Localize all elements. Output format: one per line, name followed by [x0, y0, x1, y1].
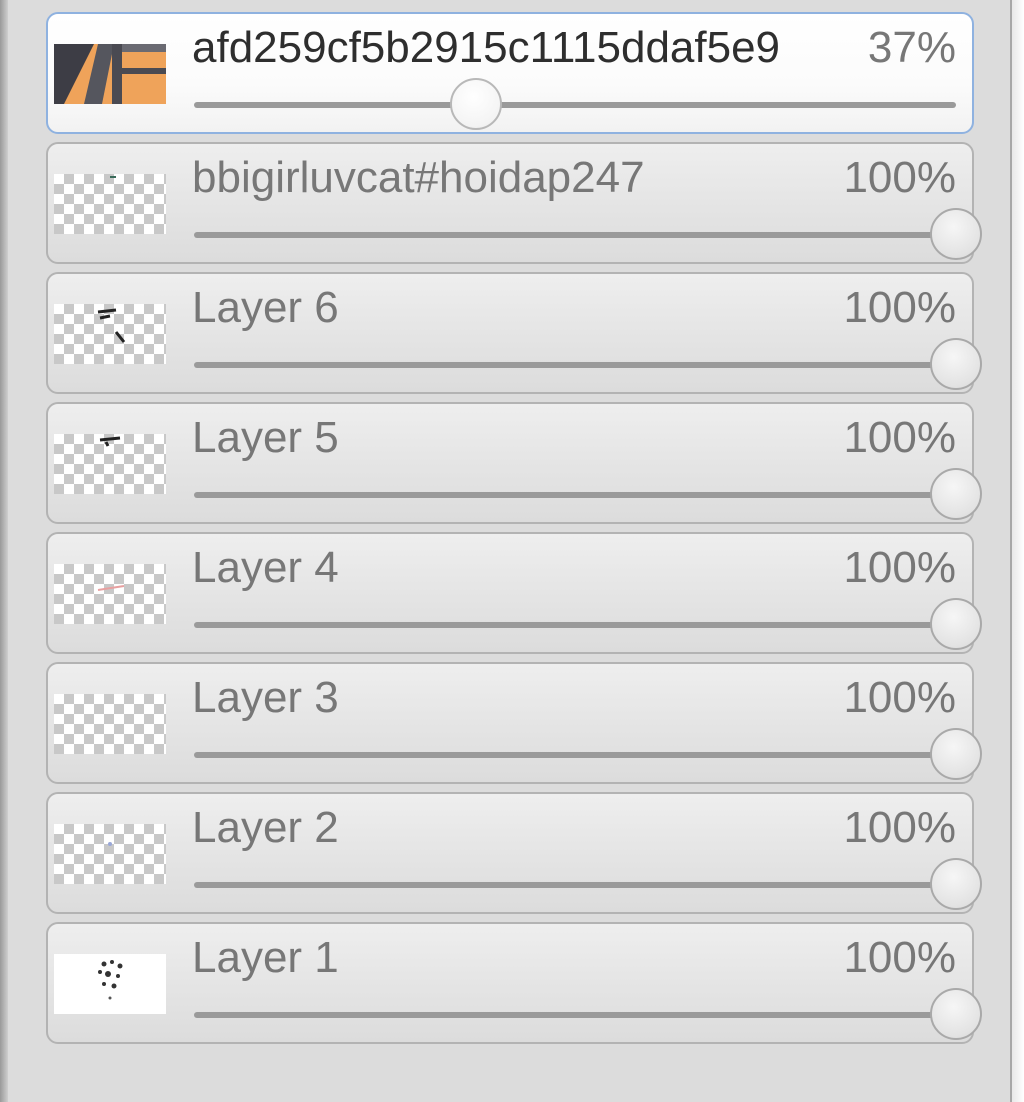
layer-thumbnail: [54, 824, 166, 884]
opacity-slider-track[interactable]: [194, 232, 956, 238]
sketch-strokes-icon: [97, 308, 126, 343]
opacity-slider-track[interactable]: [194, 882, 956, 888]
opacity-slider-track[interactable]: [194, 102, 956, 108]
layer-row[interactable]: Layer 2 100%: [46, 792, 982, 914]
opacity-slider-thumb[interactable]: [930, 208, 982, 260]
layer-name: Layer 5: [192, 413, 339, 462]
layer-thumbnail: [54, 174, 166, 234]
layer-thumbnail: [54, 564, 166, 624]
layer-opacity-value: 100%: [843, 543, 956, 592]
faint-blue-dot-icon: [108, 842, 112, 846]
layer-opacity-value: 100%: [843, 933, 956, 982]
opacity-slider-thumb[interactable]: [930, 598, 982, 650]
layer-opacity-value: 100%: [843, 673, 956, 722]
layer-name: afd259cf5b2915c1115ddaf5e9: [192, 23, 781, 72]
layer-thumbnail: [54, 694, 166, 754]
opacity-slider-track[interactable]: [194, 622, 956, 628]
layer-name: Layer 3: [192, 673, 339, 722]
layer-name: Layer 1: [192, 933, 339, 982]
opacity-slider-thumb[interactable]: [930, 858, 982, 910]
layer-row[interactable]: Layer 4 100%: [46, 532, 982, 654]
opacity-slider-thumb[interactable]: [930, 728, 982, 780]
layer-thumbnail: [54, 304, 166, 364]
layer-opacity-value: 100%: [843, 153, 956, 202]
panel-scrollbar[interactable]: [1010, 0, 1024, 1102]
layer-row[interactable]: bbigirluvcat#hoidap247 100%: [46, 142, 982, 264]
opacity-slider-thumb[interactable]: [930, 338, 982, 390]
layer-opacity-value: 37%: [867, 23, 956, 72]
layers-panel: afd259cf5b2915c1115ddaf5e9 37% bbigirluv…: [0, 0, 1024, 1102]
layer-row[interactable]: Layer 3 100%: [46, 662, 982, 784]
opacity-slider-thumb[interactable]: [930, 988, 982, 1040]
layer-name: Layer 2: [192, 803, 339, 852]
layer-name: Layer 4: [192, 543, 339, 592]
layer-opacity-value: 100%: [843, 413, 956, 462]
opacity-slider-thumb[interactable]: [449, 78, 502, 130]
layer-name: bbigirluvcat#hoidap247: [192, 153, 645, 202]
opacity-slider-thumb[interactable]: [930, 468, 982, 520]
panel-left-border: [0, 0, 8, 1102]
layer-thumbnail: [54, 44, 166, 104]
opacity-slider-track[interactable]: [194, 492, 956, 498]
layer-row[interactable]: Layer 5 100%: [46, 402, 982, 524]
opacity-slider-track[interactable]: [194, 1012, 956, 1018]
layer-name: Layer 6: [192, 283, 339, 332]
sketch-dots-icon: [98, 960, 123, 1000]
transparent-layer-icon: [110, 176, 116, 178]
image-thumbnail-icon: [54, 44, 166, 104]
layer-thumbnail: [54, 434, 166, 494]
layer-opacity-value: 100%: [843, 283, 956, 332]
layer-row[interactable]: Layer 1 100%: [46, 922, 982, 1044]
layer-opacity-value: 100%: [843, 803, 956, 852]
opacity-slider-track[interactable]: [194, 752, 956, 758]
layer-list: afd259cf5b2915c1115ddaf5e9 37% bbigirluv…: [46, 12, 982, 1052]
layer-row[interactable]: afd259cf5b2915c1115ddaf5e9 37%: [46, 12, 974, 134]
layer-thumbnail: [54, 954, 166, 1014]
opacity-slider-track[interactable]: [194, 362, 956, 368]
layer-row[interactable]: Layer 6 100%: [46, 272, 982, 394]
sketch-stroke-icon: [99, 436, 121, 447]
faint-red-stroke-icon: [97, 585, 125, 591]
